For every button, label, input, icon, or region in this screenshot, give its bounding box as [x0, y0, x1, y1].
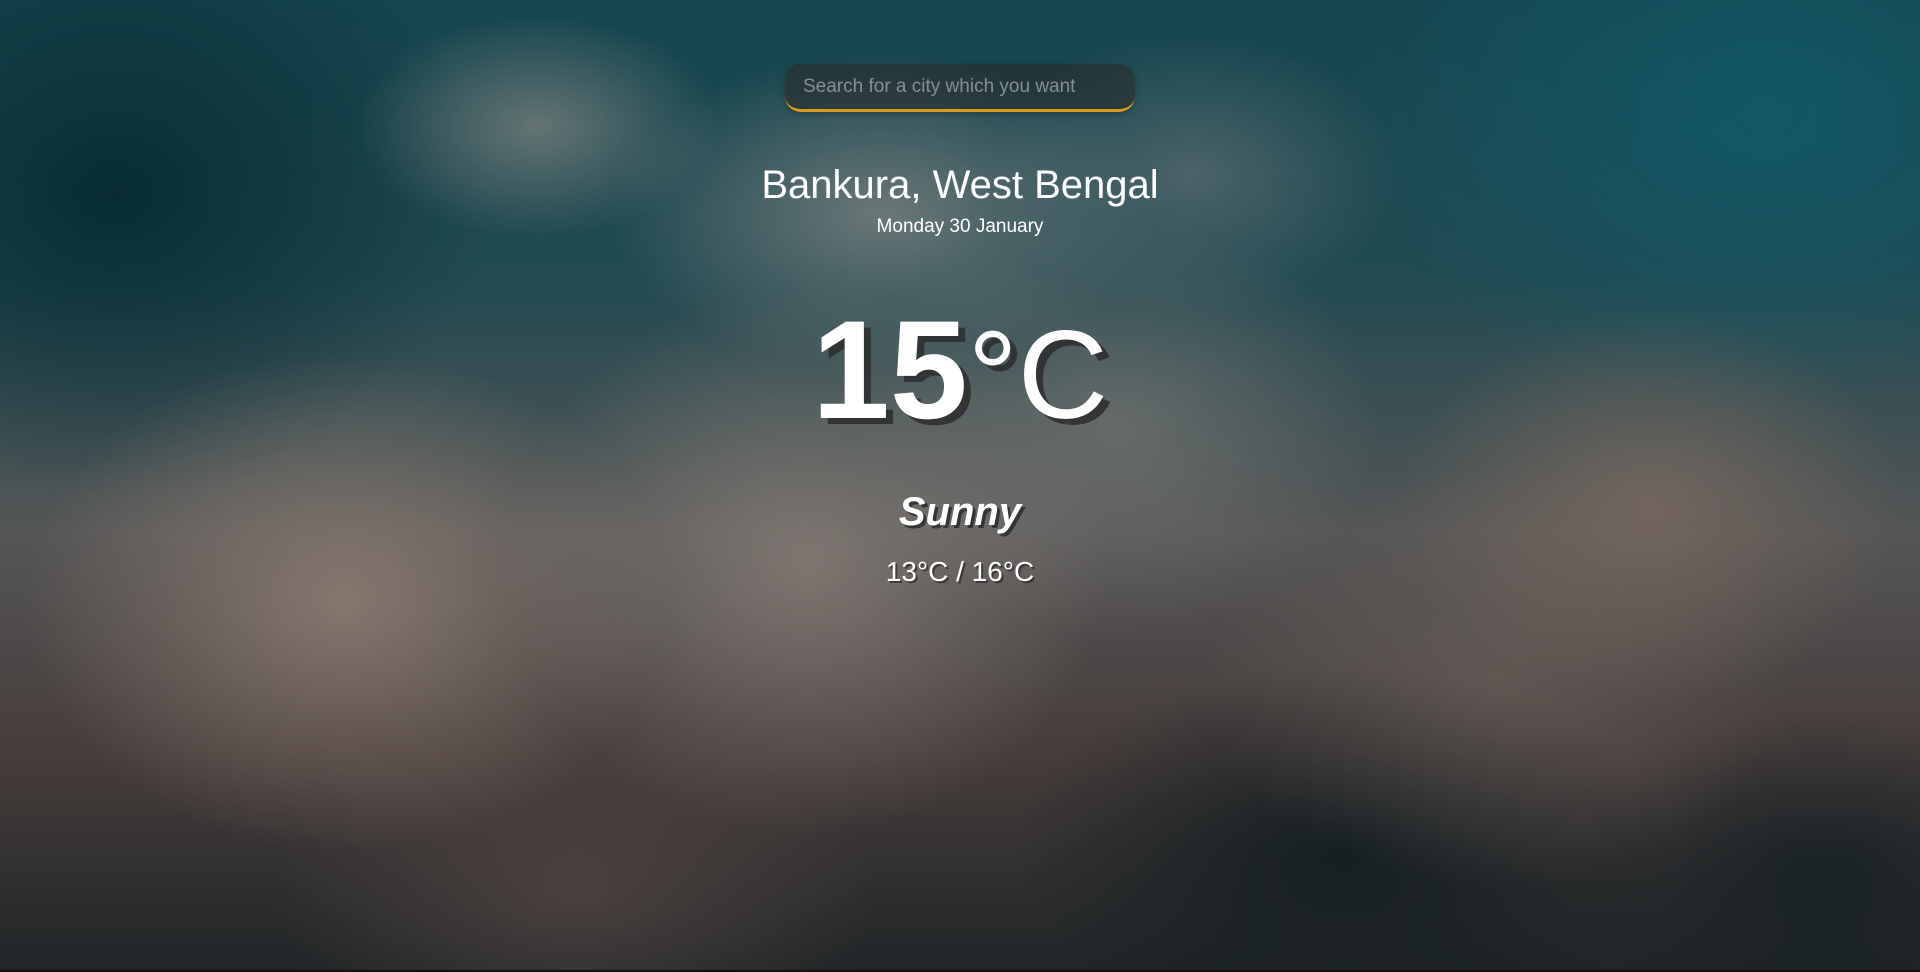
temperature-range: 13°C / 16°C [885, 556, 1035, 587]
search-input[interactable] [785, 64, 1135, 109]
weather-condition: Sunny [898, 490, 1022, 534]
search-box[interactable] [785, 64, 1135, 112]
temperature-value: 15 [812, 291, 968, 448]
temperature-display: 15°C [0, 300, 1920, 440]
temperature-unit: °C [967, 306, 1108, 445]
weather-app: Bankura, West Bengal Monday 30 January 1… [0, 0, 1920, 970]
weather-content: Bankura, West Bengal Monday 30 January 1… [0, 0, 1920, 970]
location-name: Bankura, West Bengal [761, 163, 1159, 207]
current-date: Monday 30 January [876, 216, 1044, 237]
